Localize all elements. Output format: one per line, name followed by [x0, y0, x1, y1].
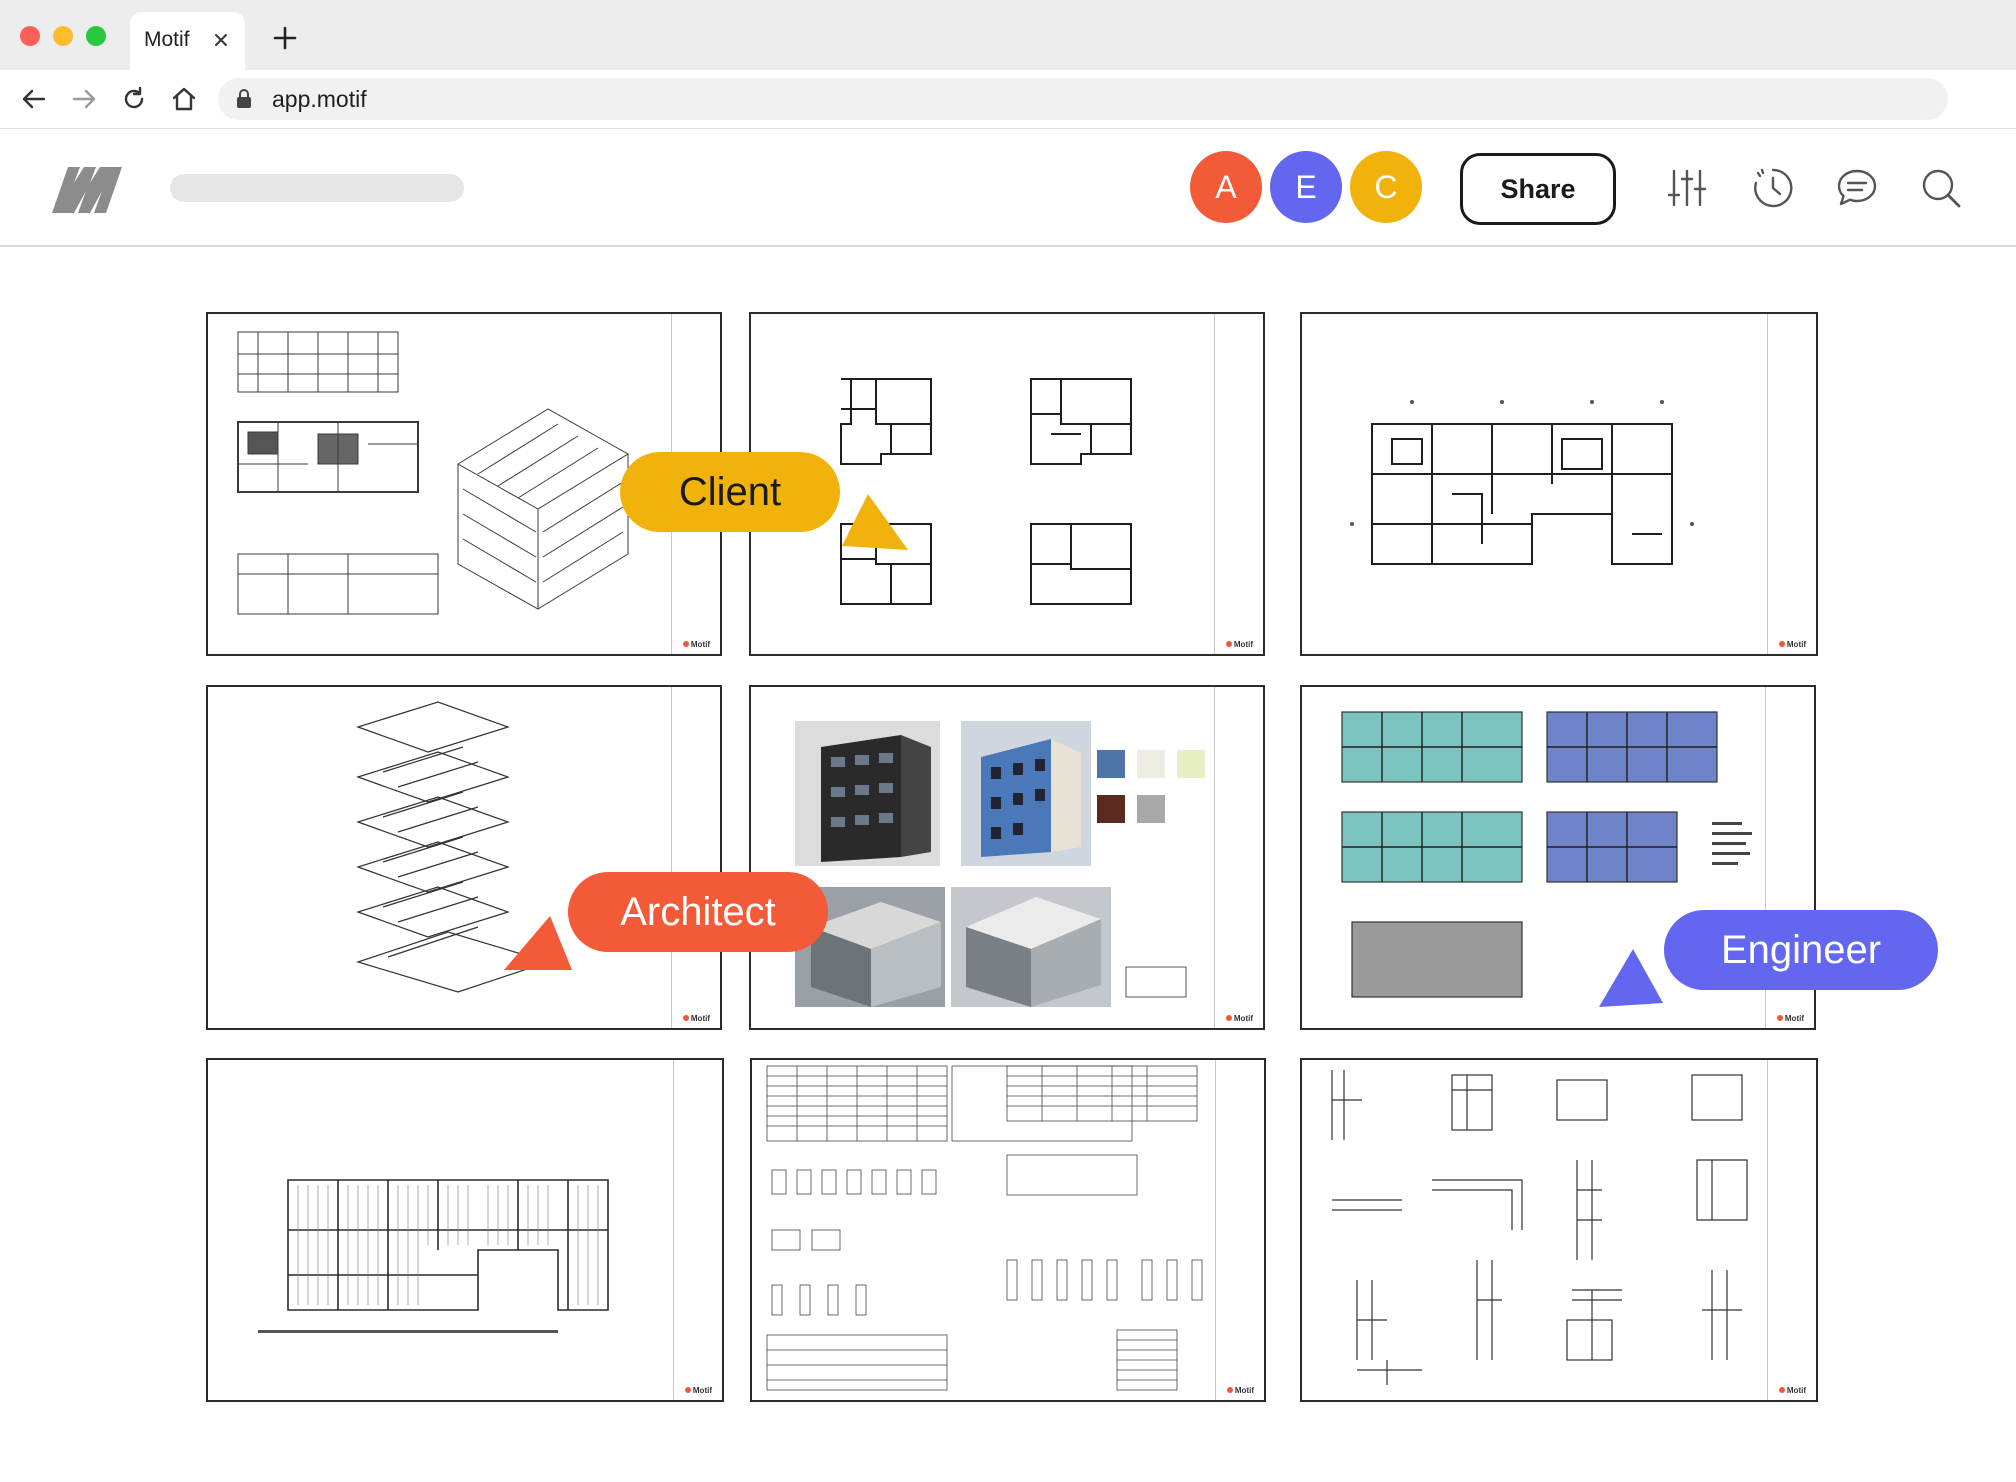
- architect-cursor-icon: [504, 916, 572, 970]
- sheet-3[interactable]: Motif: [1300, 312, 1818, 656]
- engineer-cursor-icon: [1599, 949, 1663, 1007]
- reload-icon[interactable]: [120, 85, 148, 113]
- new-tab-icon[interactable]: [272, 25, 298, 51]
- comments-icon[interactable]: [1836, 167, 1878, 209]
- client-cursor-label: Client: [620, 452, 840, 532]
- share-button[interactable]: Share: [1460, 153, 1616, 225]
- sliders-icon[interactable]: [1666, 167, 1708, 209]
- document-title-placeholder[interactable]: [170, 174, 464, 202]
- sheet-brand: Motif: [1776, 1014, 1804, 1023]
- home-icon[interactable]: [170, 85, 198, 113]
- sheet-brand: Motif: [682, 640, 710, 649]
- sheet-brand: Motif: [684, 1386, 712, 1395]
- sheet-brand: Motif: [1226, 1386, 1254, 1395]
- window-minimize-button[interactable]: [53, 26, 73, 46]
- url-field[interactable]: app.motif: [218, 78, 1948, 120]
- title-block: [673, 1060, 722, 1400]
- sheet-brand: Motif: [1225, 1014, 1253, 1023]
- sheet-4-drawing: [356, 701, 550, 993]
- tab-title: Motif: [144, 28, 190, 51]
- title-block: [1767, 1060, 1816, 1400]
- url-text: app.motif: [272, 86, 367, 112]
- avatar-a[interactable]: A: [1190, 151, 1262, 223]
- app-header: A E C Share: [0, 129, 2016, 247]
- title-block: [1214, 314, 1263, 654]
- sheet-7[interactable]: Motif: [206, 1058, 724, 1402]
- back-icon[interactable]: [20, 85, 48, 113]
- browser-tab-bar: Motif: [0, 0, 2016, 70]
- sheet-8[interactable]: Motif: [750, 1058, 1266, 1402]
- window-maximize-button[interactable]: [86, 26, 106, 46]
- sheet-brand: Motif: [1225, 640, 1253, 649]
- title-block: [1215, 1060, 1264, 1400]
- sheet-9-drawing: [1331, 1070, 1748, 1385]
- motif-logo-icon[interactable]: [46, 163, 126, 215]
- client-cursor-icon: [842, 494, 908, 550]
- sheet-3-drawing: [1350, 400, 1694, 565]
- avatar-c[interactable]: C: [1350, 151, 1422, 223]
- sheet-brand: Motif: [682, 1014, 710, 1023]
- sheet-brand: Motif: [1778, 1386, 1806, 1395]
- forward-icon[interactable]: [70, 85, 98, 113]
- sheet-brand: Motif: [1778, 640, 1806, 649]
- lock-icon: [237, 89, 251, 108]
- close-icon[interactable]: [210, 29, 232, 51]
- title-block: [1214, 687, 1263, 1028]
- sheet-8-drawing: [766, 1065, 1203, 1391]
- architect-cursor-label: Architect: [568, 872, 828, 952]
- search-icon[interactable]: [1920, 167, 1962, 209]
- address-bar: app.motif: [0, 70, 2016, 129]
- avatar-e[interactable]: E: [1270, 151, 1342, 223]
- title-block: [1767, 314, 1816, 654]
- history-icon[interactable]: [1752, 167, 1794, 209]
- window-close-button[interactable]: [20, 26, 40, 46]
- engineer-cursor-label: Engineer: [1664, 910, 1938, 990]
- sheet-5[interactable]: Motif: [749, 685, 1265, 1030]
- title-block: [671, 687, 720, 1028]
- sheet-4[interactable]: Motif: [206, 685, 722, 1030]
- sheet-7-drawing: [258, 1179, 609, 1333]
- sheet-9[interactable]: Motif: [1300, 1058, 1818, 1402]
- sheet-5-renderings: [795, 721, 1205, 1007]
- browser-tab[interactable]: Motif: [130, 12, 245, 70]
